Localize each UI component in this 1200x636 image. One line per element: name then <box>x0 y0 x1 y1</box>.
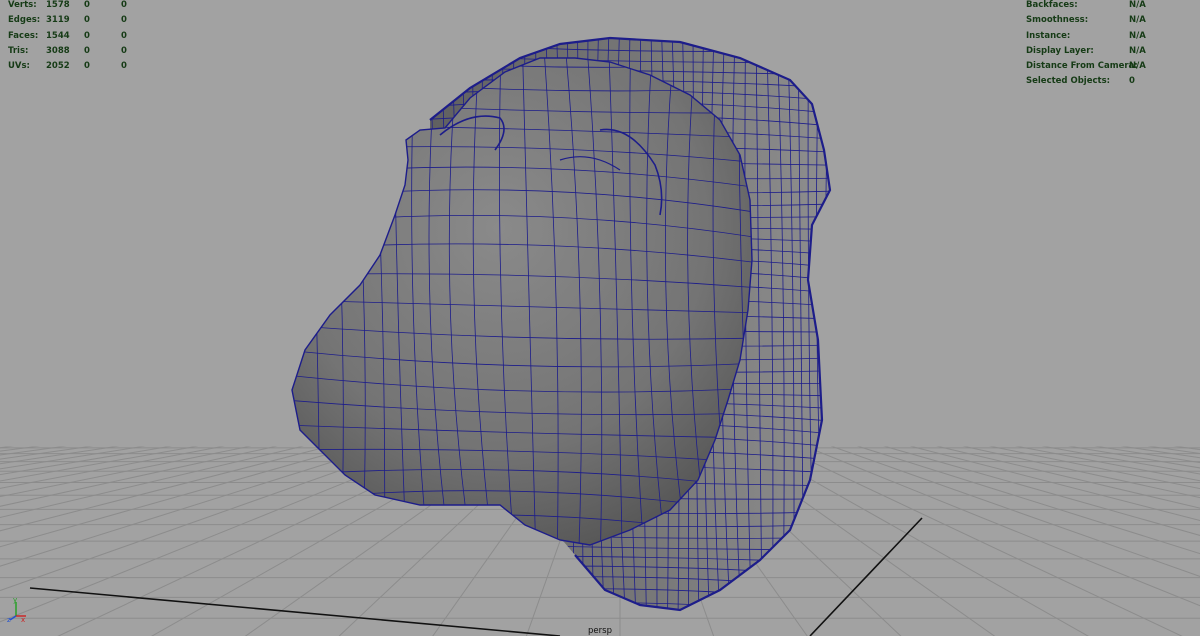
hud-row-tris: Tris: 3088 0 0 <box>8 44 148 59</box>
hud-value: 0 <box>84 61 90 72</box>
hud-row-distance: Distance From Camera: N/A <box>1026 59 1186 74</box>
grid-line <box>1139 444 1200 454</box>
scene-canvas[interactable] <box>0 0 1200 636</box>
hud-row-display-layer: Display Layer: N/A <box>1026 44 1186 59</box>
wireframe-edge <box>430 602 830 610</box>
grid-line <box>879 444 1200 536</box>
grid-line <box>801 444 1200 607</box>
grid-line <box>0 444 361 548</box>
hud-label: Distance From Camera: <box>1026 61 1138 72</box>
object-details-hud: Backfaces: N/A Smoothness: N/A Instance:… <box>1026 0 1186 90</box>
hud-value: 2052 <box>46 61 70 72</box>
hud-label: Instance: <box>1026 30 1071 41</box>
z-axis-label: z <box>7 616 11 624</box>
hud-value: 1578 <box>46 0 70 10</box>
wireframe-edge <box>327 58 344 545</box>
z-axis-line <box>9 615 17 621</box>
hud-value: 0 <box>84 45 90 56</box>
grid-line <box>1087 444 1200 464</box>
hud-label: Selected Objects: <box>1026 76 1111 87</box>
hud-label: Edges: <box>8 15 41 26</box>
hud-value: 0 <box>84 15 90 26</box>
grid-line <box>1061 444 1200 469</box>
wireframe-edge <box>306 58 321 545</box>
hud-value: 0 <box>121 30 127 41</box>
hud-value: 3088 <box>46 45 70 56</box>
hud-value: 0 <box>121 0 127 10</box>
hud-value: N/A <box>1129 15 1146 26</box>
grid-line <box>1035 444 1200 475</box>
camera-name-label: persp <box>588 626 612 636</box>
hud-row-smoothness: Smoothness: N/A <box>1026 13 1186 28</box>
wireframe-edge <box>837 30 846 620</box>
x-axis-label: x <box>21 616 25 624</box>
grid-line <box>0 444 387 567</box>
hud-value: 0 <box>121 15 127 26</box>
hud-row-backfaces: Backfaces: N/A <box>1026 0 1186 13</box>
hud-row-selected-objects: Selected Objects: 0 <box>1026 74 1186 89</box>
wireframe-edge <box>816 38 826 610</box>
hud-value: 0 <box>84 0 90 10</box>
hud-value: N/A <box>1129 45 1146 56</box>
hud-label: Smoothness: <box>1026 15 1089 26</box>
wireframe-edge <box>825 38 830 610</box>
hud-label: Display Layer: <box>1026 45 1094 56</box>
axis-gizmo-icon: y z x <box>7 596 26 624</box>
grid-line <box>0 444 257 498</box>
hud-value: 3119 <box>46 15 70 26</box>
hud-value: 1544 <box>46 30 70 41</box>
hud-value: 0 <box>84 30 90 41</box>
hud-value: 0 <box>121 45 127 56</box>
grid-line <box>827 444 1200 577</box>
hud-value: 0 <box>1129 76 1135 87</box>
y-axis-label: y <box>13 596 17 604</box>
hud-row-verts: Verts: 1578 0 0 <box>8 0 148 13</box>
hud-value: 0 <box>121 61 127 72</box>
hud-label: Verts: <box>8 0 37 10</box>
hud-row-uvs: UVs: 2052 0 0 <box>8 59 148 74</box>
wireframe-edge <box>430 38 830 40</box>
hud-label: Tris: <box>8 45 29 56</box>
hud-label: Faces: <box>8 30 39 41</box>
hud-value: N/A <box>1129 0 1146 10</box>
hud-value: N/A <box>1129 30 1146 41</box>
grid-line <box>0 444 335 532</box>
hud-row-edges: Edges: 3119 0 0 <box>8 13 148 28</box>
hud-row-instance: Instance: N/A <box>1026 29 1186 44</box>
hud-label: UVs: <box>8 61 30 72</box>
hud-value: N/A <box>1129 61 1146 72</box>
3d-viewport[interactable]: Verts: 1578 0 0 Edges: 3119 0 0 Faces: 1… <box>0 0 1200 636</box>
poly-count-hud: Verts: 1578 0 0 Edges: 3119 0 0 Faces: 1… <box>8 0 148 74</box>
hud-label: Backfaces: <box>1026 0 1078 10</box>
hud-row-faces: Faces: 1544 0 0 <box>8 29 148 44</box>
grid-line <box>853 444 1200 555</box>
grid-line <box>1165 444 1200 451</box>
